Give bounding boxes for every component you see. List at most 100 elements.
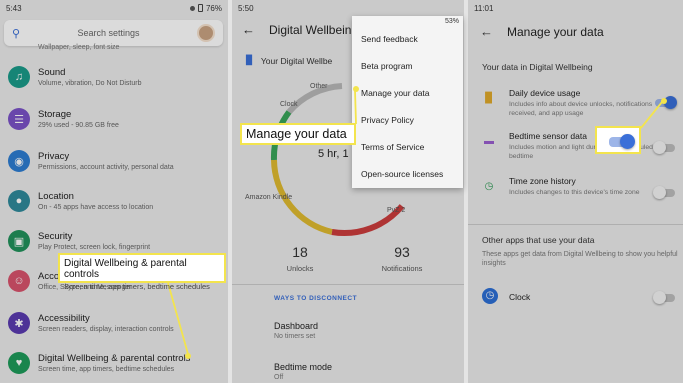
clock-app-icon: ◷ [482, 288, 498, 304]
location-pin-icon: ● [8, 190, 30, 212]
settings-item-subtitle: Permissions, account activity, personal … [38, 164, 174, 171]
settings-item-storage[interactable]: ☰ Storage 29% used - 90.85 GB free [0, 100, 228, 140]
callout-toggle [595, 126, 641, 154]
settings-item-subtitle: 29% used - 90.85 GB free [38, 122, 119, 129]
search-input[interactable]: Search settings [20, 28, 197, 38]
item-subtitle: No timers set [274, 333, 316, 340]
accounts-icon: ☺ [8, 270, 30, 292]
section-description: These apps get data from Digital Wellbei… [482, 251, 678, 267]
row-subtitle: Includes changes to this device's time z… [509, 189, 640, 196]
chart-label-clock: Clock [280, 101, 298, 108]
callout-subtitle: Screen time, app timers, bedtime schedul… [64, 282, 210, 291]
screen-time-total: 5 hr, 1 [318, 148, 349, 160]
bedtime-mode-item[interactable]: Bedtime mode Off [274, 362, 332, 381]
clock-app-row[interactable]: ◷ Clock [468, 288, 683, 312]
ways-to-disconnect-header: WAYS TO DISCONNECT [274, 295, 358, 302]
menu-item-beta-program[interactable]: Beta program [352, 53, 463, 80]
divider [232, 284, 464, 285]
storage-icon: ☰ [8, 108, 30, 130]
battery-level: 53% [444, 17, 459, 25]
chart-label-kindle: Amazon Kindle [245, 194, 293, 201]
unlocks-label: Unlocks [286, 264, 314, 273]
settings-item-title: Accessibility [38, 313, 90, 324]
time-zone-history-row[interactable]: ◷ Time zone history Includes changes to … [468, 176, 683, 216]
settings-item-digital-wellbeing[interactable]: ♥ Digital Wellbeing & parental controls … [0, 344, 228, 383]
settings-item-title: Privacy [38, 151, 70, 162]
daily-usage-toggle[interactable] [655, 96, 677, 109]
menu-item-manage-your-data[interactable]: Manage your data [352, 80, 463, 107]
section-header: Your data in Digital Wellbeing [482, 62, 593, 72]
avatar[interactable] [197, 24, 215, 42]
menu-item-open-source-licenses[interactable]: Open-source licenses [352, 161, 463, 188]
toggle-knob [664, 96, 677, 109]
unlocks-value: 18 [292, 244, 308, 260]
settings-item-accessibility[interactable]: ✱ Accessibility Screen readers, display,… [0, 304, 228, 344]
settings-item-title: Digital Wellbeing & parental controls [38, 353, 191, 364]
toggle-knob [620, 134, 635, 149]
search-bar[interactable]: ⚲ Search settings [4, 20, 223, 46]
row-title: Daily device usage [509, 88, 581, 98]
section-header: Other apps that use your data [482, 235, 595, 245]
status-time: 11:01 [474, 3, 494, 13]
settings-item-subtitle: Volume, vibration, Do Not Disturb [38, 80, 142, 87]
dashboard-item[interactable]: Dashboard No timers set [274, 321, 318, 340]
bedtime-sensor-toggle[interactable] [653, 141, 675, 154]
bed-icon: ▬ [484, 136, 494, 147]
bedtime-sensor-row[interactable]: ▬ Bedtime sensor data Includes motion an… [468, 131, 683, 171]
privacy-eye-icon: ◉ [8, 150, 30, 172]
notifications-stat: 93 Notifications [372, 244, 432, 273]
page-title: Manage your data [507, 24, 604, 39]
accessibility-icon: ✱ [8, 312, 30, 334]
row-subtitle: Includes info about device unlocks, noti… [509, 101, 653, 117]
clock-app-toggle[interactable] [653, 291, 675, 304]
status-bar: 11:01 [468, 0, 683, 16]
clipped-subtitle: Wallpaper, sleep, font size [38, 44, 120, 51]
wifi-icon [189, 5, 195, 11]
settings-item-title: Security [38, 231, 73, 242]
status-bar-right: 53% [352, 16, 463, 26]
item-subtitle: Off [274, 374, 284, 381]
notifications-value: 93 [394, 244, 410, 260]
settings-item-location[interactable]: ● Location On - 45 apps have access to l… [0, 182, 228, 222]
row-title: Clock [509, 292, 531, 302]
callout-title: Digital Wellbeing & parental controls [64, 258, 187, 280]
menu-item-send-feedback[interactable]: Send feedback [352, 26, 463, 53]
callout-manage-your-data: Manage your data [240, 123, 356, 145]
lock-icon: ▣ [8, 230, 30, 252]
time-zone-toggle[interactable] [653, 186, 675, 199]
chart-label-other: Other [310, 83, 328, 90]
volume-icon: ♫ [8, 66, 30, 88]
highlighted-toggle[interactable] [609, 134, 635, 149]
status-bar: 5:43 76% [0, 0, 228, 16]
back-arrow-icon[interactable]: ← [480, 24, 493, 39]
row-title: Bedtime sensor data [509, 131, 587, 141]
settings-item-title: Location [38, 191, 74, 202]
item-title: Dashboard [274, 321, 319, 331]
overflow-menu: 53% Send feedback Beta program Manage yo… [352, 16, 463, 188]
unlocks-stat: 18 Unlocks [280, 244, 320, 273]
settings-item-subtitle: Play Protect, screen lock, fingerprint [38, 244, 151, 251]
chart-label-pvz: PvZ 2 [387, 207, 406, 214]
toggle-knob [653, 141, 666, 154]
wellbeing-heart-icon: ♥ [8, 352, 30, 374]
bar-chart-icon: ▉ [485, 93, 493, 104]
menu-item-privacy-policy[interactable]: Privacy Policy [352, 107, 463, 134]
menu-item-terms-of-service[interactable]: Terms of Service [352, 134, 463, 161]
search-icon: ⚲ [12, 27, 21, 40]
toggle-knob [653, 186, 666, 199]
settings-item-sound[interactable]: ♫ Sound Volume, vibration, Do Not Distur… [0, 58, 228, 98]
manage-data-panel: 11:01 ← Manage your data Your data in Di… [468, 0, 683, 383]
settings-item-privacy[interactable]: ◉ Privacy Permissions, account activity,… [0, 142, 228, 182]
daily-device-usage-row[interactable]: ▉ Daily device usage Includes info about… [468, 88, 683, 128]
toggle-knob [653, 291, 666, 304]
callout-digital-wellbeing: Digital Wellbeing & parental controls Sc… [58, 253, 226, 291]
app-header: ← Manage your data [480, 24, 604, 39]
settings-item-subtitle: Screen readers, display, interaction con… [38, 326, 174, 333]
divider [468, 224, 683, 225]
settings-item-title: Sound [38, 67, 66, 78]
settings-item-subtitle: On - 45 apps have access to location [38, 204, 154, 211]
row-title: Time zone history [509, 176, 576, 186]
settings-item-title: Acco [38, 271, 60, 282]
status-time: 5:43 [6, 3, 22, 13]
settings-item-title: Storage [38, 109, 72, 120]
